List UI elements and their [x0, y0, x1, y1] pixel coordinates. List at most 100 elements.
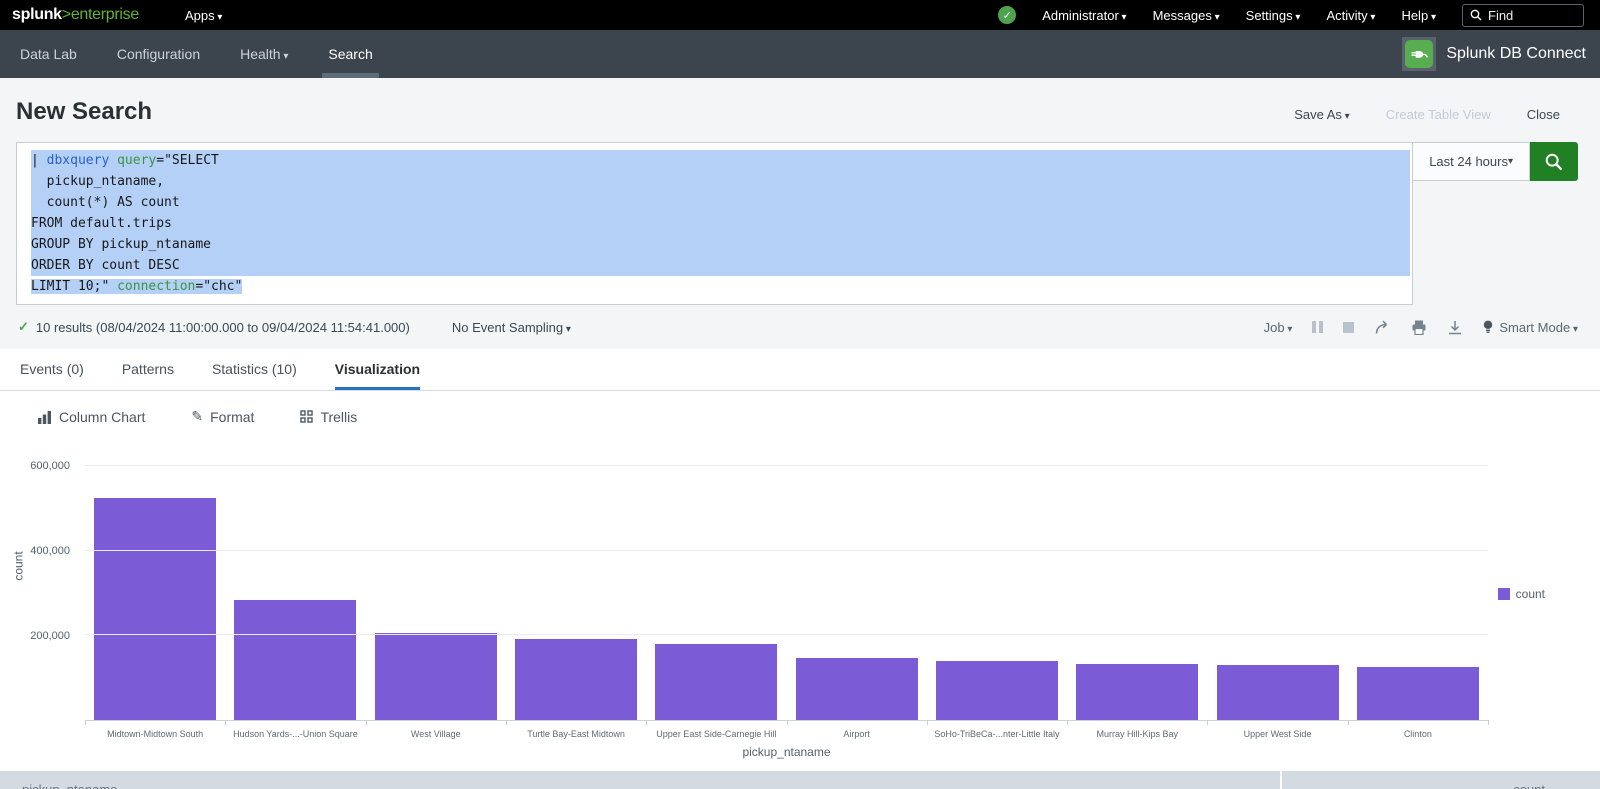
query-line: count(*) AS count	[31, 192, 1410, 213]
save-as-button[interactable]: Save As	[1294, 107, 1350, 122]
x-axis-tick	[1348, 720, 1349, 725]
x-axis-label: Airport	[786, 729, 926, 743]
stop-icon[interactable]	[1343, 322, 1354, 333]
chart-bar-slot	[506, 441, 646, 720]
search-icon	[1470, 9, 1482, 21]
x-axis-tick	[1488, 720, 1489, 725]
column-chart: count 200,000400,000600,000 Midtown-Midt…	[0, 441, 1600, 759]
chart-bar-upper-east-side-carnegie-hill[interactable]	[655, 644, 777, 720]
chart-bar-hudson-yards-union-square[interactable]	[234, 600, 356, 720]
health-status-icon[interactable]	[998, 6, 1016, 24]
chart-bar-clinton[interactable]	[1357, 667, 1479, 720]
query-line: LIMIT 10;" connection="chc"	[31, 276, 1410, 297]
chart-bar-slot	[927, 441, 1067, 720]
menu-administrator[interactable]: Administrator	[1042, 8, 1126, 23]
top-system-bar: splunk>enterprise Apps Administrator Mess…	[0, 0, 1600, 30]
splunk-logo[interactable]: splunk>enterprise	[12, 6, 139, 24]
x-axis-label: SoHo-TriBeCa-...nter-Little Italy	[927, 729, 1067, 743]
tab-visualization[interactable]: Visualization	[335, 349, 420, 390]
share-icon[interactable]	[1374, 320, 1391, 335]
chart-bars	[85, 441, 1488, 720]
nav-item-health[interactable]: Health	[220, 30, 308, 78]
chart-legend[interactable]: count	[1498, 587, 1545, 601]
x-axis-tick	[85, 720, 86, 725]
chart-type-button[interactable]: Column Chart	[37, 409, 145, 425]
nav-item-configuration[interactable]: Configuration	[97, 30, 220, 78]
x-axis-tick	[646, 720, 647, 725]
chart-bar-slot	[225, 441, 365, 720]
chart-bar-slot	[1348, 441, 1488, 720]
menu-activity[interactable]: Activity	[1326, 8, 1375, 23]
chart-bar-airport[interactable]	[796, 658, 918, 720]
export-download-icon[interactable]	[1447, 320, 1463, 335]
chart-bar-slot	[1067, 441, 1207, 720]
results-tabs: Events (0) Patterns Statistics (10) Visuali…	[0, 349, 1600, 391]
x-axis-label: Hudson Yards-...-Union Square	[225, 729, 365, 743]
nav-item-search[interactable]: Search	[308, 30, 392, 78]
apps-menu[interactable]: Apps	[185, 8, 222, 23]
search-bar: | dbxquery query="SELECT pickup_ntaname,…	[16, 142, 1578, 305]
find-search-box[interactable]	[1462, 4, 1584, 27]
column-header-count[interactable]: count	[1282, 771, 1600, 789]
chart-bar-west-village[interactable]	[375, 633, 497, 720]
job-menu[interactable]: Job	[1264, 320, 1293, 335]
format-button[interactable]: Format	[191, 408, 254, 425]
time-range-picker[interactable]: Last 24 hours	[1412, 142, 1530, 181]
y-tick-label: 200,000	[30, 630, 70, 642]
nav-item-data-lab[interactable]: Data Lab	[0, 30, 97, 78]
results-summary: 10 results (08/04/2024 11:00:00.000 to 0…	[36, 320, 410, 335]
chart-bar-soho-tribeca-nter-little-italy[interactable]	[936, 661, 1058, 720]
find-input[interactable]	[1488, 8, 1568, 23]
x-axis-label: Upper East Side-Carnegie Hill	[646, 729, 786, 743]
trellis-button[interactable]: Trellis	[300, 409, 357, 425]
query-line: GROUP BY pickup_ntaname	[31, 234, 1410, 255]
legend-swatch	[1498, 588, 1510, 600]
x-axis-tick	[787, 720, 788, 725]
plug-icon	[1405, 40, 1433, 68]
legend-label: count	[1516, 587, 1545, 601]
x-axis-tick	[927, 720, 928, 725]
search-mode-menu[interactable]: Smart Mode	[1483, 320, 1578, 335]
chart-type-label: Column Chart	[59, 409, 145, 425]
menu-settings[interactable]: Settings	[1246, 8, 1301, 23]
gridline	[85, 634, 1488, 635]
x-axis-tick	[1067, 720, 1068, 725]
tab-patterns[interactable]: Patterns	[122, 349, 174, 390]
appbar-right: Splunk DB Connect	[1402, 37, 1586, 71]
run-search-button[interactable]	[1530, 142, 1578, 181]
chart-bar-slot	[646, 441, 786, 720]
chart-bar-midtown-midtown-south[interactable]	[94, 498, 216, 720]
x-axis-label: Midtown-Midtown South	[85, 729, 225, 743]
query-line: pickup_ntaname,	[31, 171, 1410, 192]
query-line: FROM default.trips	[31, 213, 1410, 234]
chart-bar-slot	[1207, 441, 1347, 720]
chart-bar-turtle-bay-east-midtown[interactable]	[515, 639, 637, 720]
search-header-section: New Search Save As Create Table View Clo…	[0, 78, 1600, 349]
pause-icon[interactable]	[1312, 321, 1323, 333]
tab-events-0[interactable]: Events (0)	[20, 349, 84, 390]
search-query-input[interactable]: | dbxquery query="SELECT pickup_ntaname,…	[16, 142, 1413, 305]
tab-statistics-10[interactable]: Statistics (10)	[212, 349, 297, 390]
appbar-items: Data LabConfigurationHealthSearch	[0, 30, 393, 78]
x-axis-labels: Midtown-Midtown SouthHudson Yards-...-Un…	[85, 729, 1488, 743]
logo-brand: splunk	[12, 6, 62, 23]
x-axis-tick	[225, 720, 226, 725]
page-header: New Search Save As Create Table View Clo…	[0, 78, 1600, 142]
query-line: ORDER BY count DESC	[31, 255, 1410, 276]
db-connect-app-icon[interactable]	[1402, 37, 1436, 71]
event-sampling-menu[interactable]: No Event Sampling	[452, 320, 571, 335]
print-icon[interactable]	[1411, 320, 1427, 335]
chart-bar-upper-west-side[interactable]	[1217, 665, 1339, 720]
x-axis-tick	[506, 720, 507, 725]
header-actions: Save As Create Table View Close	[1294, 107, 1560, 122]
x-axis-label: Turtle Bay-East Midtown	[506, 729, 646, 743]
chart-bar-murray-hill-kips-bay[interactable]	[1076, 664, 1198, 720]
smart-mode-label: Smart Mode	[1499, 320, 1578, 335]
gridline	[85, 550, 1488, 551]
column-header-pickup-ntaname[interactable]: pickup_ntaname	[0, 771, 1280, 789]
job-controls: Job Smart Mode	[1264, 320, 1578, 335]
menu-messages[interactable]: Messages	[1153, 8, 1220, 23]
close-button[interactable]: Close	[1527, 107, 1560, 122]
logo-chevron: >	[62, 6, 71, 23]
menu-help[interactable]: Help	[1401, 8, 1436, 23]
